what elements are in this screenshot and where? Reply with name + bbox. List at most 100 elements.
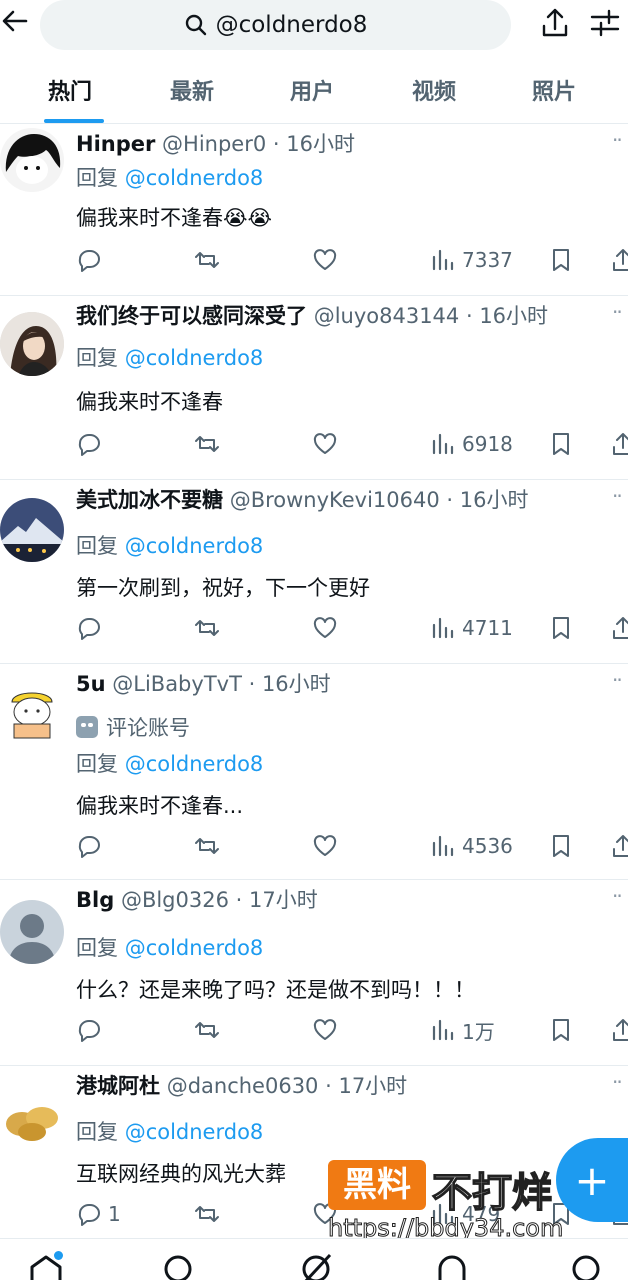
reply-mention[interactable]: @coldnerdo8 bbox=[125, 752, 264, 776]
grok-icon[interactable] bbox=[296, 1253, 336, 1280]
like-button[interactable] bbox=[312, 830, 338, 862]
share-button[interactable] bbox=[610, 612, 628, 644]
bookmark-button[interactable] bbox=[548, 830, 574, 862]
views-button[interactable]: 4536 bbox=[430, 830, 513, 862]
separator-dot: · bbox=[459, 304, 480, 328]
retweet-button[interactable] bbox=[194, 830, 220, 862]
tab-photos[interactable]: 照片 bbox=[532, 74, 576, 106]
reply-mention[interactable]: @coldnerdo8 bbox=[125, 166, 264, 190]
tab-top[interactable]: 热门 bbox=[48, 74, 92, 106]
tab-people[interactable]: 用户 bbox=[290, 74, 334, 106]
retweet-icon bbox=[194, 1201, 220, 1227]
bookmark-button[interactable] bbox=[548, 1014, 574, 1046]
more-dots-icon[interactable]: ·· bbox=[612, 128, 623, 152]
views-button[interactable]: 7337 bbox=[430, 244, 513, 276]
timestamp[interactable]: 17小时 bbox=[338, 1074, 407, 1098]
separator-dot: · bbox=[318, 1074, 339, 1098]
share-button[interactable] bbox=[610, 428, 628, 460]
timestamp[interactable]: 16小时 bbox=[262, 672, 331, 696]
retweet-button[interactable] bbox=[194, 244, 220, 276]
filter-sliders-icon[interactable] bbox=[588, 6, 622, 42]
tab-bar: 热门 最新 用户 视频 照片 bbox=[0, 62, 628, 124]
reply-context: 回复 @coldnerdo8 bbox=[76, 1116, 263, 1146]
retweet-button[interactable] bbox=[194, 1014, 220, 1046]
share-button[interactable] bbox=[610, 830, 628, 862]
reply-button[interactable] bbox=[76, 244, 108, 276]
more-dots-icon[interactable]: ·· bbox=[612, 300, 623, 324]
user-handle[interactable]: @luyo843144 bbox=[314, 304, 460, 328]
more-dots-icon[interactable]: ·· bbox=[612, 484, 623, 508]
tweet[interactable]: 5u @LiBabyTvT · 16小时 ·· 评论账号 回复 @coldner… bbox=[0, 664, 628, 880]
reply-mention[interactable]: @coldnerdo8 bbox=[125, 936, 264, 960]
search-icon bbox=[185, 14, 206, 36]
reply-mention[interactable]: @coldnerdo8 bbox=[125, 1120, 264, 1144]
avatar[interactable] bbox=[0, 900, 64, 964]
display-name[interactable]: 美式加冰不要糖 bbox=[76, 488, 223, 512]
share-button[interactable] bbox=[610, 244, 628, 276]
tweet[interactable]: 美式加冰不要糖 @BrownyKevi10640 · 16小时 ·· 回复 @c… bbox=[0, 480, 628, 664]
bookmark-button[interactable] bbox=[548, 244, 574, 276]
reply-button[interactable] bbox=[76, 428, 108, 460]
back-arrow-icon[interactable] bbox=[0, 6, 30, 40]
account-label[interactable]: 评论账号 bbox=[76, 712, 190, 742]
explore-search-icon[interactable] bbox=[158, 1253, 198, 1280]
tweet[interactable]: Blg @Blg0326 · 17小时 ·· 回复 @coldnerdo8 什么… bbox=[0, 880, 628, 1066]
tweet-text: 偏我来时不逢春... bbox=[76, 794, 244, 818]
more-dots-icon[interactable]: ·· bbox=[612, 1070, 623, 1094]
like-button[interactable] bbox=[312, 428, 338, 460]
like-button[interactable] bbox=[312, 244, 338, 276]
reply-button[interactable] bbox=[76, 830, 108, 862]
user-handle[interactable]: @Blg0326 bbox=[121, 888, 229, 912]
avatar[interactable] bbox=[0, 498, 64, 562]
display-name[interactable]: 5u bbox=[76, 672, 106, 696]
views-button[interactable]: 1万 bbox=[430, 1014, 495, 1046]
retweet-button[interactable] bbox=[194, 612, 220, 644]
retweet-button[interactable] bbox=[194, 428, 220, 460]
tweet-text: 互联网经典的风光大葬 bbox=[76, 1162, 286, 1186]
display-name[interactable]: Hinper bbox=[76, 132, 155, 156]
reply-button[interactable]: 1 bbox=[76, 1198, 121, 1230]
timestamp[interactable]: 16小时 bbox=[460, 488, 529, 512]
timestamp[interactable]: 17小时 bbox=[249, 888, 318, 912]
retweet-button[interactable] bbox=[194, 1198, 220, 1230]
reply-button[interactable] bbox=[76, 1014, 108, 1046]
bookmark-button[interactable] bbox=[548, 428, 574, 460]
tab-latest[interactable]: 最新 bbox=[170, 74, 214, 106]
display-name[interactable]: 我们终于可以感同深受了 bbox=[76, 304, 307, 328]
more-dots-icon[interactable]: ·· bbox=[612, 884, 623, 908]
views-count: 1万 bbox=[462, 1019, 495, 1044]
reply-button[interactable] bbox=[76, 612, 108, 644]
user-handle[interactable]: @LiBabyTvT bbox=[112, 672, 242, 696]
timestamp[interactable]: 16小时 bbox=[479, 304, 548, 328]
avatar[interactable] bbox=[0, 1084, 64, 1148]
tweet[interactable]: 我们终于可以感同深受了 @luyo843144 · 16小时 ·· 回复 @co… bbox=[0, 296, 628, 480]
share-button[interactable] bbox=[610, 1014, 628, 1046]
user-handle[interactable]: @Hinper0 bbox=[162, 132, 266, 156]
like-button[interactable] bbox=[312, 1014, 338, 1046]
more-dots-icon[interactable]: ·· bbox=[612, 668, 623, 692]
user-handle[interactable]: @danche0630 bbox=[167, 1074, 319, 1098]
avatar[interactable] bbox=[0, 680, 64, 744]
retweet-icon bbox=[194, 1017, 220, 1043]
views-button[interactable]: 4711 bbox=[430, 612, 513, 644]
home-icon[interactable] bbox=[26, 1251, 66, 1280]
tab-videos[interactable]: 视频 bbox=[412, 74, 456, 106]
reply-mention[interactable]: @coldnerdo8 bbox=[125, 346, 264, 370]
like-button[interactable] bbox=[312, 612, 338, 644]
user-handle[interactable]: @BrownyKevi10640 bbox=[230, 488, 440, 512]
search-input[interactable]: @coldnerdo8 bbox=[40, 0, 511, 50]
reply-context: 回复 @coldnerdo8 bbox=[76, 162, 263, 192]
bookmark-button[interactable] bbox=[548, 612, 574, 644]
display-name[interactable]: 港城阿杜 bbox=[76, 1074, 160, 1098]
messages-icon[interactable] bbox=[566, 1253, 606, 1280]
share-icon bbox=[610, 431, 628, 457]
avatar[interactable] bbox=[0, 312, 64, 376]
share-icon[interactable] bbox=[538, 6, 572, 42]
notifications-bell-icon[interactable] bbox=[432, 1253, 472, 1280]
reply-mention[interactable]: @coldnerdo8 bbox=[125, 534, 264, 558]
tweet[interactable]: Hinper @Hinper0 · 16小时 ·· 回复 @coldnerdo8… bbox=[0, 124, 628, 296]
views-button[interactable]: 6918 bbox=[430, 428, 513, 460]
avatar[interactable] bbox=[0, 128, 64, 192]
timestamp[interactable]: 16小时 bbox=[286, 132, 355, 156]
display-name[interactable]: Blg bbox=[76, 888, 114, 912]
